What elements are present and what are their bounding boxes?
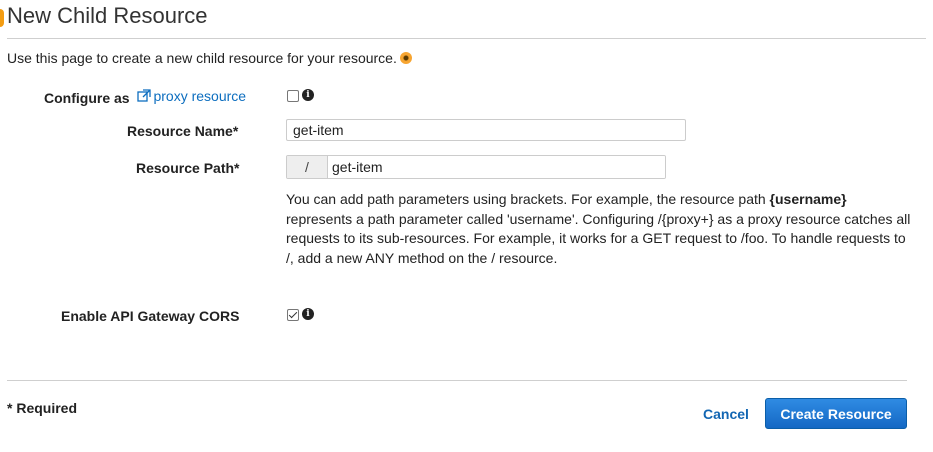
cancel-button[interactable]: Cancel: [697, 404, 755, 424]
proxy-resource-checkbox[interactable]: [287, 90, 299, 102]
create-resource-button[interactable]: Create Resource: [765, 398, 907, 429]
footer-divider: [7, 380, 907, 381]
proxy-resource-link-label: proxy resource: [153, 88, 247, 104]
resource-path-field: /: [286, 155, 666, 179]
resource-name-label: Resource Name*: [127, 123, 239, 139]
enable-cors-checkbox[interactable]: [287, 309, 299, 321]
resource-path-input[interactable]: [328, 156, 665, 178]
proxy-info-icon[interactable]: i: [302, 89, 314, 101]
section-accent-marker: [0, 9, 4, 27]
proxy-resource-link[interactable]: proxy resource: [137, 88, 246, 104]
resource-path-help: You can add path parameters using bracke…: [286, 190, 911, 268]
title-divider: [7, 38, 926, 39]
help-dot-icon[interactable]: [399, 52, 412, 64]
help-text-username: {username}: [769, 191, 847, 207]
resource-path-label: Resource Path*: [136, 160, 240, 176]
intro-label: Use this page to create a new child reso…: [7, 50, 397, 66]
cors-info-icon[interactable]: i: [302, 308, 314, 320]
resource-name-input[interactable]: [286, 119, 686, 141]
help-text-part2: represents a path parameter called 'user…: [286, 210, 911, 266]
help-text-part1: You can add path parameters using bracke…: [286, 191, 770, 207]
page-title: New Child Resource: [7, 3, 208, 28]
configure-proxy-label: Configure as proxy resource: [44, 88, 246, 106]
required-note: * Required: [7, 400, 78, 416]
configure-proxy-prefix: Configure as: [44, 90, 130, 106]
external-link-icon: [137, 89, 152, 102]
enable-cors-label: Enable API Gateway CORS: [61, 308, 240, 324]
resource-path-prefix: /: [287, 156, 328, 178]
intro-text: Use this page to create a new child reso…: [7, 50, 412, 66]
